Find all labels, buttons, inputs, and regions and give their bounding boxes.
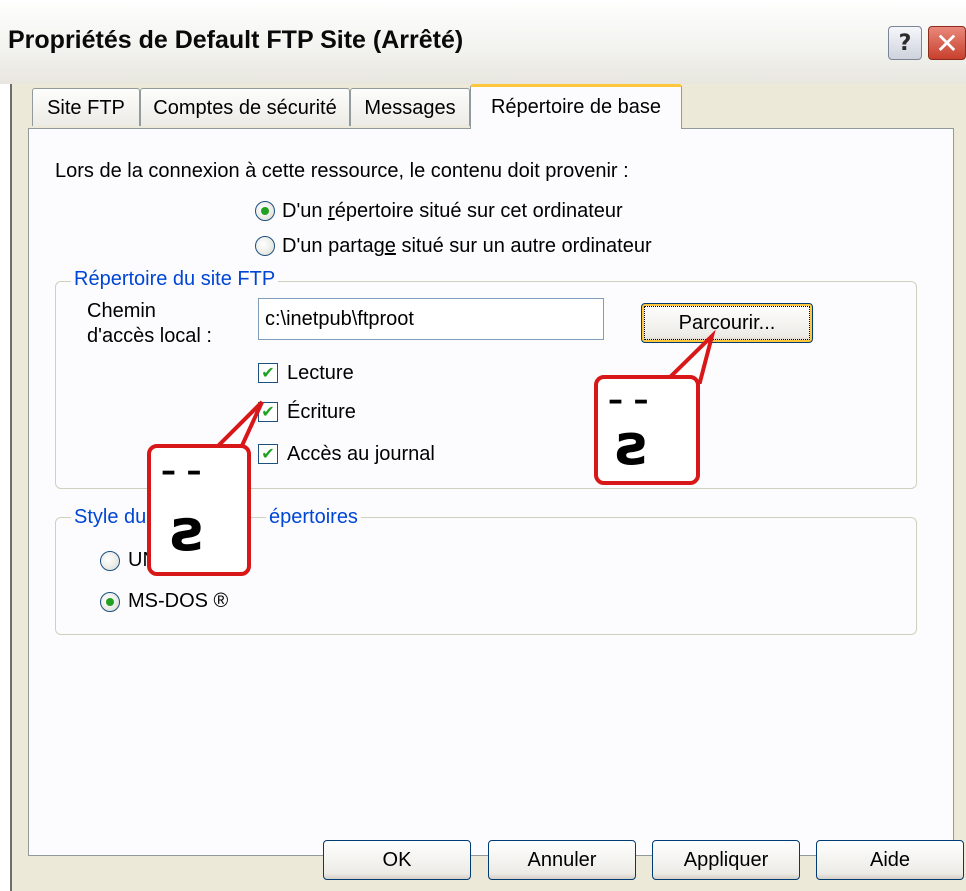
tab-repertoire-de-base[interactable]: Répertoire de base bbox=[470, 84, 682, 129]
sticker-right: – – ƨ bbox=[594, 375, 700, 485]
face-eyes-left: – – bbox=[161, 454, 202, 489]
properties-dialog: Propriétés de Default FTP Site (Arrêté) … bbox=[0, 0, 966, 891]
face-mouth-right: ƨ bbox=[616, 413, 650, 478]
callout-pointers bbox=[209, 329, 716, 452]
sticker-left: – – ƨ bbox=[147, 444, 251, 576]
face-mouth-left: ƨ bbox=[171, 496, 206, 564]
callout-left-pointer bbox=[209, 400, 264, 452]
